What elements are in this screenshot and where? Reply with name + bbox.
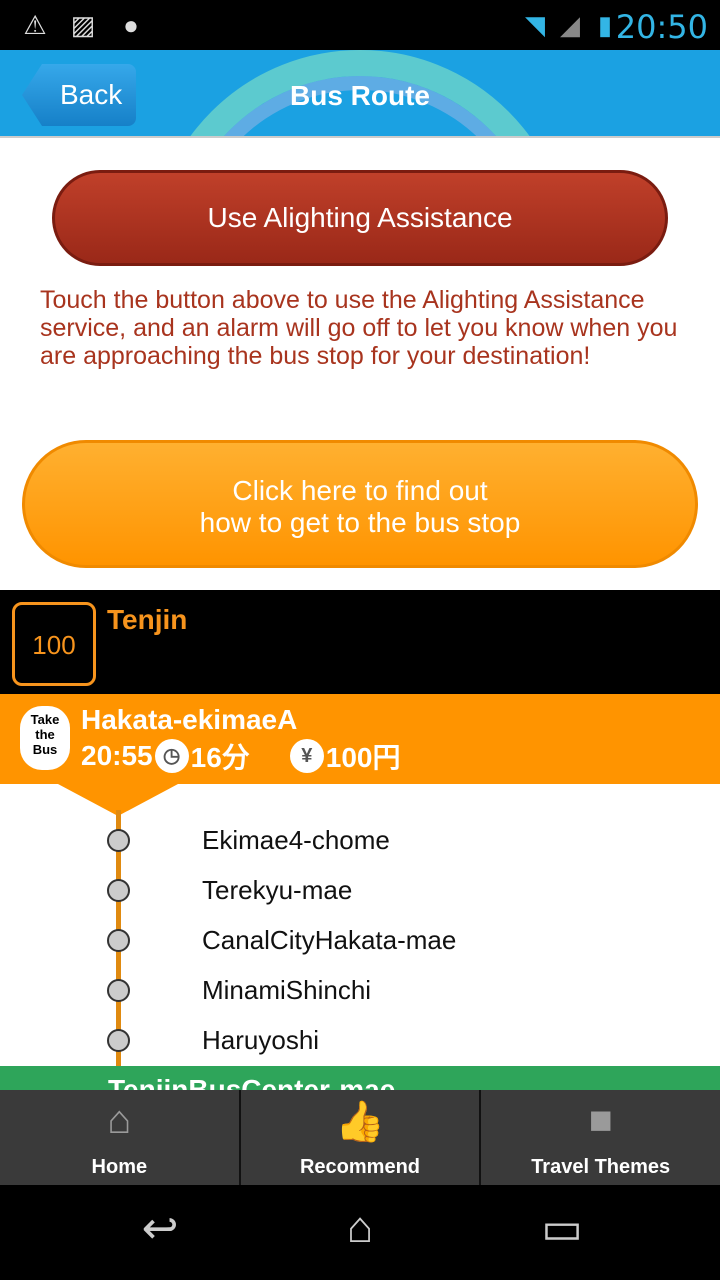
image-icon: ▨ [70, 10, 96, 40]
tab-label: Home [91, 1156, 148, 1178]
stop-item: Ekimae4-chome [0, 815, 720, 865]
clock: 20:50 [615, 8, 708, 46]
description-text: Touch the button above to use the Alight… [40, 286, 678, 370]
stop-dot-icon [107, 829, 130, 852]
duration: 16分 [190, 742, 250, 773]
stop-dot-icon [107, 879, 130, 902]
stop-name: Haruyoshi [202, 1025, 320, 1055]
stop-name: Terekyu-mae [202, 875, 353, 905]
alighting-assistance-button[interactable]: Use Alighting Assistance [52, 170, 668, 266]
find-bus-stop-line2: how to get to the bus stop [199, 507, 521, 538]
take-the-bus-logo: Take the Bus [20, 706, 70, 770]
warning-icon: ⚠ [23, 10, 47, 40]
route-number: 100 [12, 602, 96, 686]
stop-dot-icon [107, 979, 130, 1002]
bottom-tab-bar: ⌂ Home 👍 Recommend ■ Travel Themes [0, 1090, 720, 1185]
route-header: 100 Tenjin [0, 590, 720, 694]
find-bus-stop-button[interactable]: Click here to find out how to get to the… [22, 440, 698, 568]
status-bar: ⚠ ▨ ● ◥ ◢ ▮ 20:50 [0, 0, 720, 50]
back-nav-icon[interactable]: ↩ [120, 1203, 200, 1254]
tab-recommend[interactable]: 👍 Recommend [241, 1090, 482, 1185]
alighting-stop[interactable]: TenjinBusCenter-mae [0, 1066, 720, 1090]
page-title: Bus Route [290, 80, 430, 111]
stop-dot-icon [107, 1029, 130, 1052]
boarding-stop[interactable]: Take the Bus Hakata-ekimaeA 20:55 ◷ 16分 ¥ … [0, 694, 720, 784]
recents-nav-icon[interactable]: ▭ [522, 1203, 602, 1254]
stop-name: Ekimae4-chome [202, 825, 390, 855]
route-destination: Tenjin [107, 604, 188, 635]
departure-time: 20:55 [81, 740, 153, 771]
system-nav-bar: ↩ ⌂ ▭ [0, 1185, 720, 1280]
alighting-stop-name: TenjinBusCenter-mae [108, 1074, 396, 1090]
header: Back Bus Route [0, 50, 720, 138]
tab-home[interactable]: ⌂ Home [0, 1090, 241, 1185]
clock-icon: ◷ [154, 739, 189, 773]
stop-name: CanalCityHakata-mae [202, 925, 457, 955]
find-bus-stop-line1: Click here to find out [232, 475, 488, 506]
fare: 100円 [325, 742, 401, 773]
stop-item: Terekyu-mae [0, 865, 720, 915]
home-nav-icon[interactable]: ⌂ [320, 1203, 400, 1253]
android-icon: ● [123, 10, 139, 40]
thumbs-up-icon: 👍 [335, 1100, 385, 1144]
signal-icon: ◢ [560, 10, 580, 40]
yen-icon: ¥ [289, 739, 324, 773]
home-icon: ⌂ [107, 1098, 132, 1142]
suitcase-icon: ■ [588, 1098, 613, 1142]
stop-item: CanalCityHakata-mae [0, 915, 720, 965]
tab-travel-themes[interactable]: ■ Travel Themes [481, 1090, 720, 1185]
stop-item: MinamiShinchi [0, 965, 720, 1015]
stop-dot-icon [107, 929, 130, 952]
wifi-icon: ◥ [525, 10, 545, 40]
boarding-stop-name: Hakata-ekimaeA [81, 704, 298, 735]
tab-label: Recommend [299, 1156, 421, 1178]
stop-name: MinamiShinchi [202, 975, 372, 1005]
tab-label: Travel Themes [531, 1156, 671, 1178]
stop-item: Haruyoshi [0, 1015, 720, 1065]
